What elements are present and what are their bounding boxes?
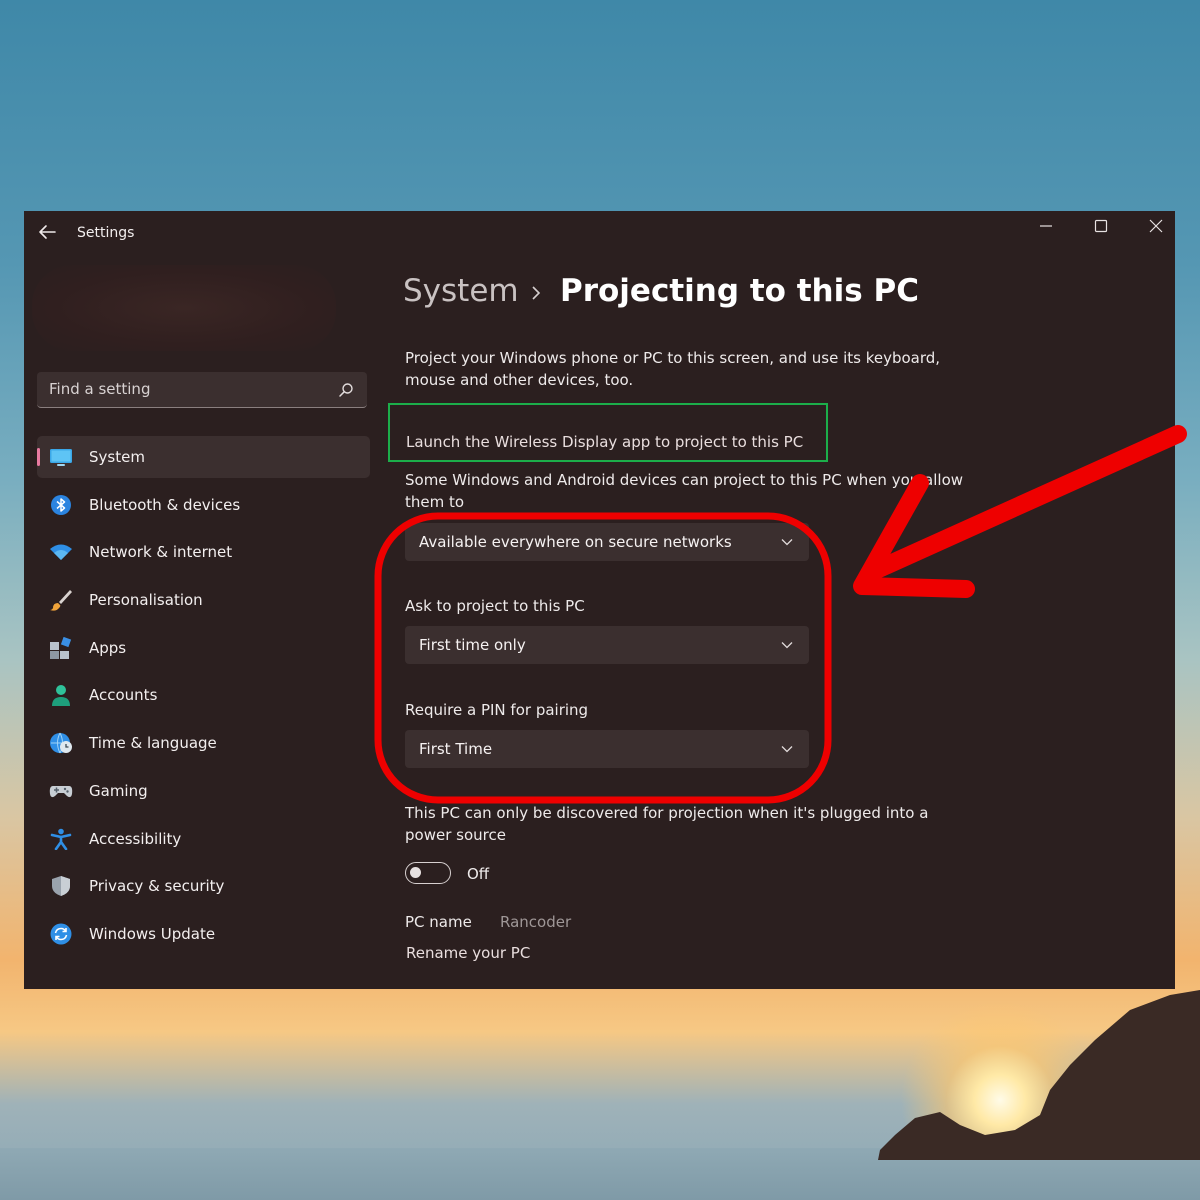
require-pin-label: Require a PIN for pairing bbox=[405, 701, 589, 719]
sidebar-item-apps[interactable]: Apps bbox=[37, 627, 370, 669]
dropdown-value: First Time bbox=[419, 740, 493, 758]
maximize-button[interactable] bbox=[1074, 211, 1128, 241]
ask-to-project-dropdown[interactable]: First time only bbox=[405, 626, 809, 664]
chevron-down-icon bbox=[781, 746, 793, 753]
shield-icon bbox=[52, 876, 70, 897]
availability-text: Some Windows and Android devices can pro… bbox=[405, 471, 964, 511]
chevron-right-icon bbox=[532, 286, 541, 300]
sidebar-item-label: Accessibility bbox=[89, 829, 182, 848]
sidebar-item-time-language[interactable]: Time & language bbox=[37, 722, 370, 764]
sidebar-item-label: Accounts bbox=[89, 686, 158, 705]
rename-pc-link[interactable]: Rename your PC bbox=[406, 944, 530, 962]
sidebar-item-accounts[interactable]: Accounts bbox=[37, 674, 370, 716]
maximize-icon bbox=[1094, 219, 1108, 233]
brush-icon bbox=[50, 590, 72, 611]
globe-clock-icon bbox=[50, 732, 72, 754]
require-pin-dropdown[interactable]: First Time bbox=[405, 730, 809, 768]
search-box bbox=[37, 372, 367, 408]
monitor-icon bbox=[50, 449, 72, 466]
sidebar-nav: System Bluetooth & devices Network & int… bbox=[37, 436, 370, 961]
account-profile-blurred[interactable] bbox=[32, 265, 336, 351]
launch-wireless-display-link[interactable]: Launch the Wireless Display app to proje… bbox=[406, 433, 803, 451]
sidebar-item-accessibility[interactable]: Accessibility bbox=[37, 818, 370, 860]
update-icon bbox=[50, 923, 72, 945]
sidebar-item-label: System bbox=[89, 448, 145, 466]
toggle-state-label: Off bbox=[467, 865, 490, 883]
gamepad-icon bbox=[49, 785, 73, 797]
sidebar-item-label: Personalisation bbox=[89, 591, 203, 610]
sidebar-item-label: Bluetooth & devices bbox=[89, 495, 241, 514]
intro-text: Project your Windows phone or PC to this… bbox=[405, 349, 941, 389]
sidebar-item-personalisation[interactable]: Personalisation bbox=[37, 579, 370, 621]
sidebar-item-label: Time & language bbox=[89, 734, 217, 753]
sidebar-item-bluetooth[interactable]: Bluetooth & devices bbox=[37, 484, 370, 526]
title-bar: Settings bbox=[24, 211, 1175, 255]
accessibility-icon bbox=[50, 828, 72, 850]
pc-name-value: Rancoder bbox=[500, 913, 572, 931]
breadcrumb-parent[interactable]: System bbox=[403, 273, 519, 309]
back-arrow-icon[interactable] bbox=[36, 221, 58, 243]
sidebar-item-label: Network & internet bbox=[89, 543, 233, 562]
sidebar-item-label: Apps bbox=[89, 638, 127, 657]
sidebar-item-label: Gaming bbox=[89, 781, 148, 800]
close-icon bbox=[1149, 219, 1163, 233]
app-title: Settings bbox=[77, 225, 135, 241]
sidebar-item-gaming[interactable]: Gaming bbox=[37, 770, 370, 812]
minimize-icon bbox=[1040, 225, 1052, 227]
toggle-knob bbox=[410, 867, 421, 878]
chevron-down-icon bbox=[781, 642, 793, 649]
ask-to-project-label: Ask to project to this PC bbox=[405, 597, 585, 615]
page-title: Projecting to this PC bbox=[560, 273, 919, 309]
minimize-button[interactable] bbox=[1019, 211, 1073, 241]
power-source-text: This PC can only be discovered for proje… bbox=[405, 804, 929, 844]
sidebar-item-system[interactable]: System bbox=[37, 436, 370, 478]
sidebar-item-network[interactable]: Network & internet bbox=[37, 531, 370, 573]
wifi-icon bbox=[50, 544, 72, 561]
bluetooth-icon bbox=[51, 494, 71, 515]
chevron-down-icon bbox=[781, 539, 793, 546]
sidebar-item-label: Windows Update bbox=[89, 924, 216, 943]
pc-name-label: PC name bbox=[405, 913, 472, 931]
dropdown-value: Available everywhere on secure networks bbox=[419, 533, 732, 551]
apps-icon bbox=[50, 636, 72, 659]
settings-window: Settings System bbox=[24, 211, 1175, 989]
search-input[interactable] bbox=[37, 372, 327, 406]
search-icon[interactable] bbox=[338, 382, 354, 398]
close-button[interactable] bbox=[1129, 211, 1175, 241]
sidebar-item-windows-update[interactable]: Windows Update bbox=[37, 913, 370, 955]
dropdown-value: First time only bbox=[419, 636, 526, 654]
person-icon bbox=[52, 685, 70, 707]
power-source-toggle[interactable] bbox=[405, 862, 451, 884]
sidebar-item-label: Privacy & security bbox=[89, 877, 225, 896]
sidebar-item-privacy-security[interactable]: Privacy & security bbox=[37, 865, 370, 907]
availability-dropdown[interactable]: Available everywhere on secure networks bbox=[405, 523, 809, 561]
